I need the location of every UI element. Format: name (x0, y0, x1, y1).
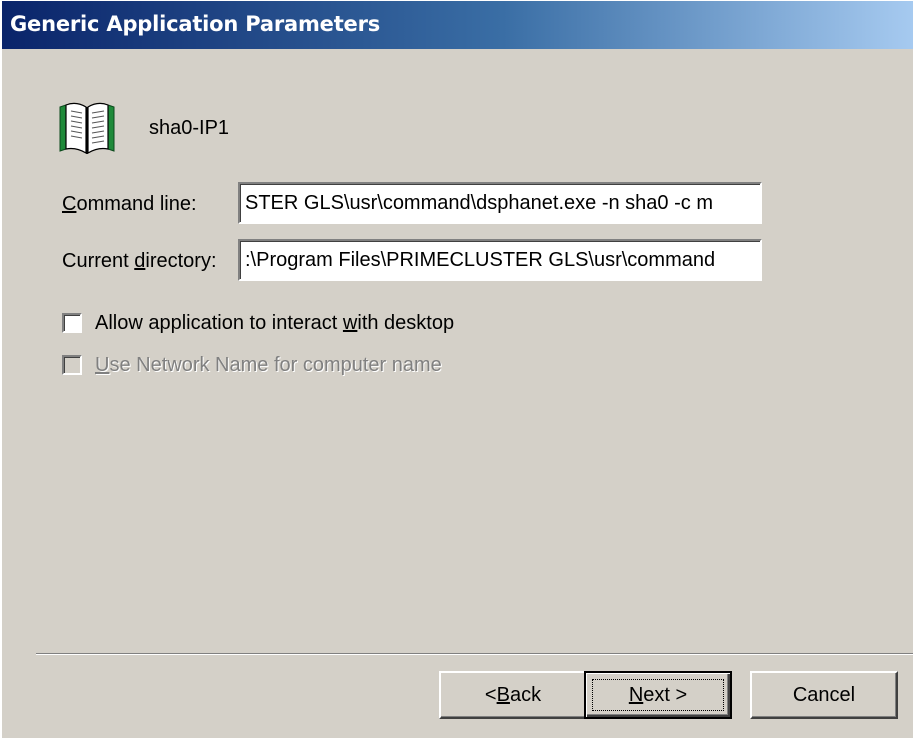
current-directory-accel: d (134, 250, 146, 272)
back-button-prefix: < (484, 683, 497, 706)
use-network-name-checkbox (62, 355, 82, 375)
command-line-accel: C (62, 193, 77, 215)
current-directory-input[interactable] (242, 241, 758, 279)
use-network-name-option: Use Network Name for computer name (62, 352, 442, 378)
use-network-name-accel: U (95, 353, 110, 376)
allow-interact-accel: w (342, 311, 358, 334)
command-line-field[interactable] (238, 182, 762, 224)
command-line-input[interactable] (242, 184, 758, 222)
use-network-name-label: Use Network Name for computer name (95, 354, 442, 377)
open-book-icon (59, 102, 115, 155)
current-directory-field[interactable] (238, 239, 762, 281)
cancel-button-label: Cancel (792, 683, 856, 706)
current-directory-label-rest: irectory: (145, 250, 217, 272)
cancel-button[interactable]: Cancel (750, 671, 898, 719)
allow-interact-checkbox[interactable] (62, 313, 82, 333)
use-network-name-label-rest: se Network Name for computer name (109, 353, 442, 376)
back-button-rest: ack (509, 683, 542, 706)
command-line-label: Command line: (62, 193, 197, 216)
current-directory-label: Current directory: (62, 250, 217, 273)
allow-interact-option[interactable]: Allow application to interact with deskt… (62, 310, 454, 336)
back-button[interactable]: < Back (439, 671, 587, 719)
next-button[interactable]: Next > (584, 671, 732, 719)
application-name: sha0-IP1 (149, 117, 230, 139)
command-line-label-text: ommand line: (76, 193, 197, 215)
back-button-accel: B (496, 683, 510, 706)
current-directory-label-pre: Current (62, 250, 135, 272)
allow-interact-label-rest: ith desktop (357, 311, 455, 334)
focus-ring (592, 679, 724, 711)
wizard-window: Generic Application Parameters sha0-IP1 … (0, 0, 913, 738)
allow-interact-label: Allow application to interact with deskt… (95, 312, 454, 335)
window-title: Generic Application Parameters (10, 12, 381, 36)
title-bar: Generic Application Parameters (2, 1, 913, 49)
button-separator (36, 653, 913, 655)
allow-interact-label-pre: Allow application to interact (95, 311, 343, 334)
